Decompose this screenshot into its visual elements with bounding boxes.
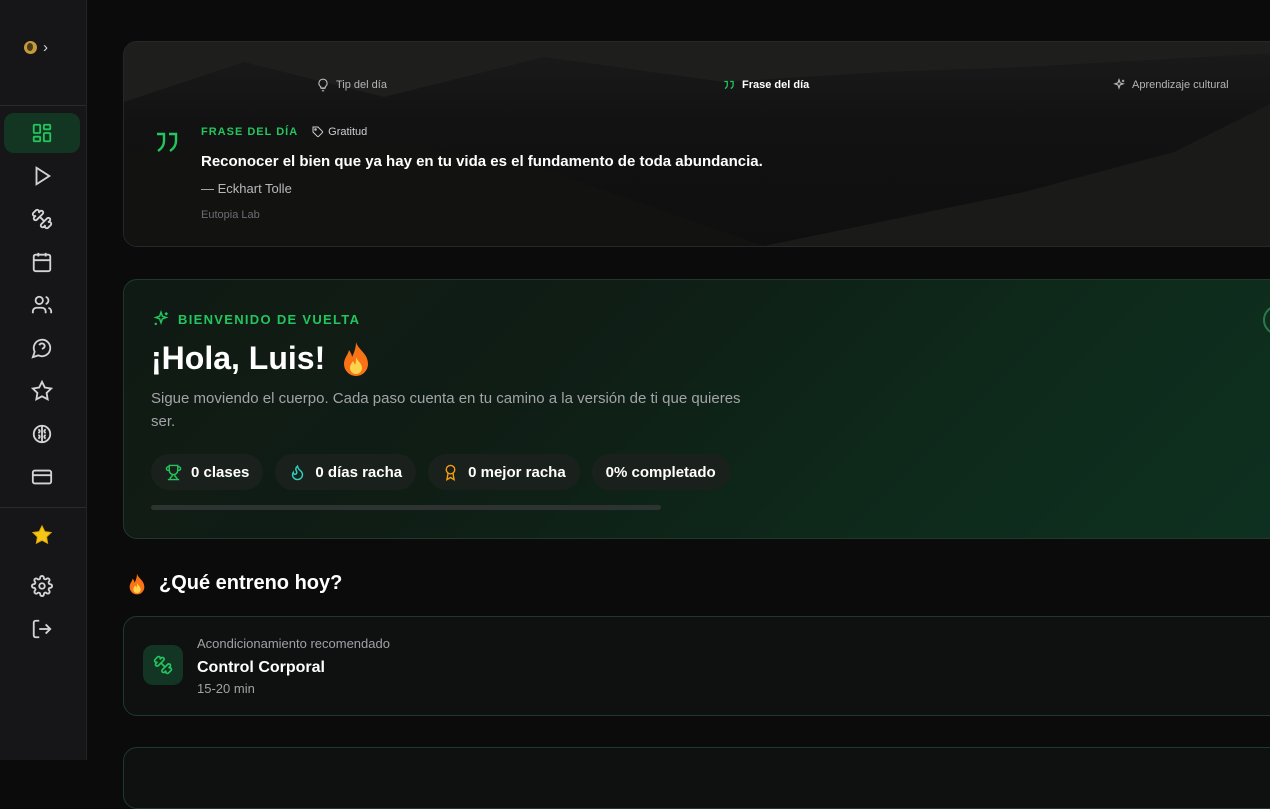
credit-card-icon	[31, 469, 53, 485]
welcome-title-text: ¡Hola, Luis!	[151, 340, 326, 376]
calendar-icon	[32, 252, 52, 273]
quote-tag-label: Gratitud	[328, 126, 368, 138]
quote-icon	[724, 80, 734, 90]
quote-kicker: FRASE DEL DÍA	[201, 126, 299, 138]
tab-tip-label: Tip del día	[336, 79, 387, 91]
section-today: ¿Qué entreno hoy?	[127, 572, 342, 595]
workspace-switcher[interactable]: ›	[24, 40, 48, 55]
stat-best-streak: 0 mejor racha	[428, 454, 580, 490]
stat-classes-label: 0 clases	[191, 463, 250, 481]
sidebar-divider	[0, 105, 86, 106]
nav-play[interactable]	[4, 156, 80, 196]
tab-tip[interactable]: Tip del día	[316, 78, 387, 92]
nav-dashboard[interactable]	[4, 113, 80, 153]
nav-mind[interactable]	[4, 414, 80, 454]
tab-culture[interactable]: Aprendizaje cultural	[1112, 78, 1229, 92]
users-icon	[31, 295, 53, 314]
stat-streak: 0 días racha	[275, 454, 417, 490]
lightbulb-icon	[318, 78, 328, 92]
stat-streak-label: 0 días racha	[315, 463, 403, 481]
quote-author: — Eckhart Tolle	[201, 181, 292, 196]
premium-star-icon	[31, 524, 53, 545]
recommended-title: Control Corporal	[197, 659, 325, 676]
quote-mark-icon	[157, 132, 178, 152]
dumbbell-icon	[153, 655, 173, 675]
welcome-subtitle: Sigue moviendo el cuerpo. Cada paso cuen…	[151, 390, 741, 430]
sparkles-icon	[153, 310, 169, 326]
welcome-kicker-label: BIENVENIDO DE VUELTA	[178, 311, 361, 327]
tab-quote[interactable]: Frase del día	[722, 78, 809, 92]
stat-classes: 0 clases	[151, 454, 264, 490]
logout-icon	[32, 619, 52, 639]
brand-label: Eutopia Lab	[201, 209, 260, 221]
nav-workout[interactable]	[4, 199, 80, 239]
workout-icon-badge	[143, 645, 183, 685]
recommended-duration: 15-20 min	[197, 681, 255, 696]
stat-completion: 0% completado	[591, 454, 730, 490]
globe-icon	[24, 41, 37, 54]
stat-best-streak-label: 0 mejor racha	[468, 463, 566, 481]
section-today-title: ¿Qué entreno hoy?	[159, 572, 343, 594]
brain-icon	[32, 424, 52, 444]
nav-billing[interactable]	[4, 457, 80, 497]
stat-completion-label: 0% completado	[605, 463, 716, 481]
next-card[interactable]	[123, 747, 1270, 809]
play-icon	[35, 166, 52, 186]
mountain-background	[124, 42, 1270, 246]
star-icon	[31, 380, 53, 401]
help-chat-icon	[31, 338, 52, 359]
daily-content-card	[123, 41, 1270, 247]
dumbbell-icon	[31, 208, 53, 230]
nav-community[interactable]	[4, 285, 80, 325]
quote-tag: Gratitud	[312, 126, 367, 138]
stats-row: 0 clases 0 días racha 0 mejor racha 0% c…	[151, 454, 730, 490]
quote-text: Reconocer el bien que ya hay en tu vida …	[201, 153, 763, 170]
tag-icon	[312, 126, 324, 138]
quote-header: FRASE DEL DÍA Gratitud	[201, 126, 367, 138]
tab-quote-label: Frase del día	[742, 79, 810, 91]
welcome-kicker: BIENVENIDO DE VUELTA	[152, 310, 360, 328]
settings-gear-icon	[31, 575, 53, 597]
flame-emoji-icon	[344, 341, 369, 376]
nav-favorites[interactable]	[4, 371, 80, 411]
progress-bar	[151, 505, 661, 510]
welcome-title: ¡Hola, Luis!	[151, 340, 371, 377]
recommended-kicker: Acondicionamiento recomendado	[197, 636, 390, 651]
medal-icon	[445, 464, 456, 481]
flame-emoji-icon	[129, 573, 145, 594]
dashboard-grid-icon	[32, 123, 52, 143]
trophy-icon	[165, 464, 182, 480]
sparkles-icon	[1113, 78, 1125, 90]
chevron-right-icon: ›	[43, 39, 48, 56]
nav-premium[interactable]	[4, 515, 80, 555]
nav-calendar[interactable]	[4, 242, 80, 282]
tab-culture-label: Aprendizaje cultural	[1132, 79, 1229, 91]
nav-help[interactable]	[4, 328, 80, 368]
sidebar-divider	[0, 507, 86, 508]
sidebar: ›	[0, 0, 87, 760]
daily-tabs: Tip del día Frase del día Aprendizaje cu…	[0, 78, 1270, 94]
nav-logout[interactable]	[4, 609, 80, 649]
flame-icon	[292, 464, 304, 480]
nav-settings[interactable]	[4, 566, 80, 606]
